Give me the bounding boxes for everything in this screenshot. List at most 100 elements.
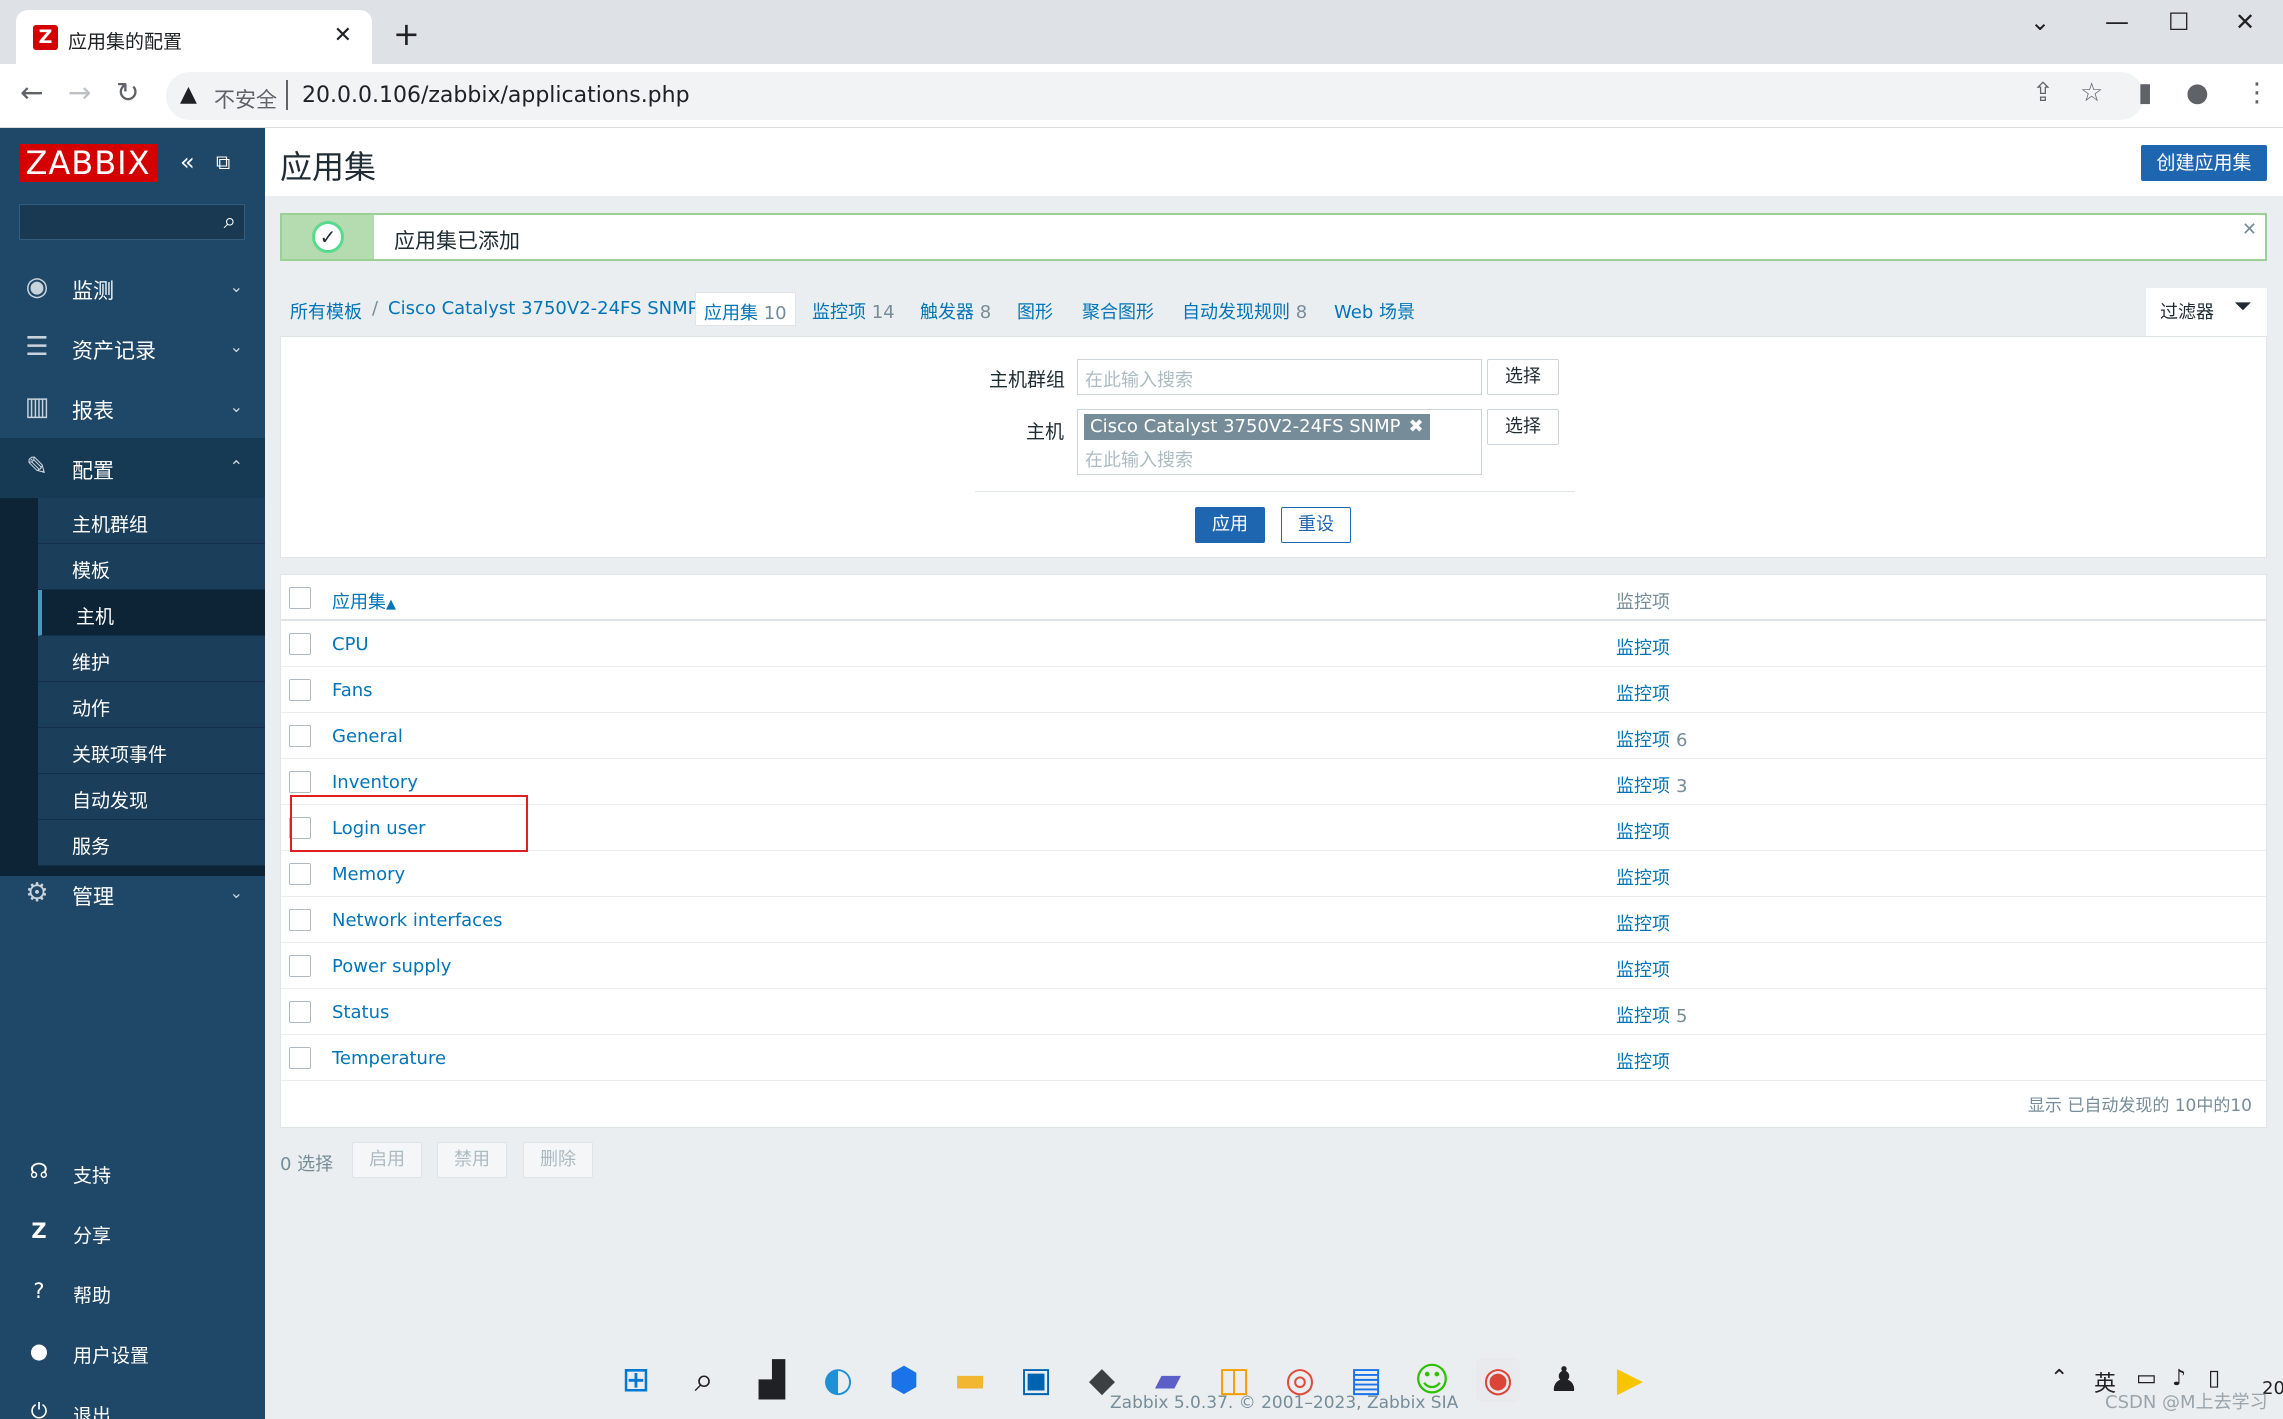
app-cube-icon[interactable]: ◆ — [1080, 1358, 1124, 1402]
items-link[interactable]: 监控项 — [1616, 1048, 1670, 1074]
submenu-host-groups[interactable]: 主机群组 — [38, 498, 265, 544]
windows-start-icon[interactable]: ⊞ — [614, 1358, 658, 1402]
chrome-icon[interactable]: ◉ — [1476, 1358, 1520, 1402]
store-icon[interactable]: ▣ — [1014, 1358, 1058, 1402]
items-link[interactable]: 监控项 6 — [1616, 726, 1687, 752]
create-application-button[interactable]: 创建应用集 — [2141, 145, 2267, 181]
browser-tab[interactable]: Z 应用集的配置 ✕ — [16, 10, 372, 64]
share-page-icon[interactable]: ⇪ — [2032, 80, 2054, 106]
row-checkbox[interactable] — [289, 725, 311, 747]
sidebar-user-settings[interactable]: ● 用户设置 — [0, 1322, 265, 1382]
row-checkbox[interactable] — [289, 863, 311, 885]
application-name-link[interactable]: Fans — [332, 680, 373, 701]
menu-configuration[interactable]: ✎ 配置 ⌃ — [0, 438, 265, 498]
application-name-link[interactable]: Network interfaces — [332, 910, 503, 931]
side-panel-icon[interactable]: ▮ — [2138, 80, 2152, 106]
submenu-services[interactable]: 服务 — [38, 820, 265, 866]
breadcrumb-all-templates[interactable]: 所有模板 — [290, 298, 362, 324]
new-tab-icon[interactable]: + — [393, 18, 420, 50]
edge-icon[interactable]: ◐ — [816, 1358, 860, 1402]
items-link[interactable]: 监控项 — [1616, 864, 1670, 890]
enable-button[interactable]: 启用 — [352, 1142, 422, 1178]
menu-inventory[interactable]: ☰ 资产记录 ⌄ — [0, 318, 265, 378]
player-icon[interactable]: ▶ — [1608, 1358, 1652, 1402]
menu-administration[interactable]: ⚙ 管理 ⌄ — [0, 864, 265, 924]
application-name-link[interactable]: Status — [332, 1002, 389, 1023]
menu-reports[interactable]: ▥ 报表 ⌄ — [0, 378, 265, 438]
row-checkbox[interactable] — [289, 909, 311, 931]
submenu-event-correlation[interactable]: 关联项事件 — [38, 728, 265, 774]
breadcrumb-template[interactable]: Cisco Catalyst 3750V2-24FS SNMP — [388, 298, 699, 319]
sidebar-search-input[interactable]: ⌕ — [19, 204, 245, 240]
host-group-select-button[interactable]: 选择 — [1487, 359, 1559, 395]
host-group-input[interactable]: 在此输入搜索 — [1077, 359, 1482, 395]
app-m-icon[interactable]: ▰ — [1146, 1358, 1190, 1402]
kiosk-mode-icon[interactable]: ⧉ — [216, 150, 230, 174]
items-link[interactable]: 监控项 — [1616, 634, 1670, 660]
application-name-link[interactable]: Power supply — [332, 956, 451, 977]
tab-graphs[interactable]: 图形 — [1017, 298, 1053, 324]
items-link[interactable]: 监控项 5 — [1616, 1002, 1687, 1028]
remove-chip-icon[interactable]: ✖ — [1409, 416, 1424, 437]
close-icon[interactable]: ✕ — [2242, 219, 2257, 240]
tab-discovery-rules[interactable]: 自动发现规则 8 — [1182, 298, 1307, 324]
search-icon[interactable]: ⌕ — [224, 209, 236, 234]
browser-menu-icon[interactable]: ⋮ — [2244, 80, 2270, 106]
submenu-hosts[interactable]: 主机 — [38, 590, 265, 636]
row-checkbox[interactable] — [289, 1001, 311, 1023]
row-checkbox[interactable] — [289, 1047, 311, 1069]
apply-button[interactable]: 应用 — [1195, 507, 1265, 543]
app-lightning-icon[interactable]: ⬢ — [882, 1358, 926, 1402]
host-select-button[interactable]: 选择 — [1487, 409, 1559, 445]
app-snail-icon[interactable]: ◎ — [1278, 1358, 1322, 1402]
sidebar-support[interactable]: ☊ 支持 — [0, 1142, 265, 1202]
profile-icon[interactable]: ● — [2186, 80, 2209, 106]
taskbar-search-icon[interactable]: ⌕ — [682, 1358, 726, 1402]
application-name-link[interactable]: Memory — [332, 864, 405, 885]
row-checkbox[interactable] — [289, 955, 311, 977]
submenu-discovery[interactable]: 自动发现 — [38, 774, 265, 820]
bookmark-star-icon[interactable]: ☆ — [2080, 80, 2103, 106]
tab-search-chevron-icon[interactable]: ⌄ — [2030, 8, 2050, 36]
tab-screens[interactable]: 聚合图形 — [1082, 298, 1154, 324]
select-all-checkbox[interactable] — [289, 587, 311, 609]
disable-button[interactable]: 禁用 — [437, 1142, 507, 1178]
tab-applications[interactable]: 应用集 10 — [695, 292, 796, 326]
close-window-icon[interactable]: ✕ — [2235, 8, 2255, 36]
notepad-icon[interactable]: ▤ — [1344, 1358, 1388, 1402]
collapse-sidebar-icon[interactable]: « — [180, 148, 195, 176]
application-name-link[interactable]: Inventory — [332, 772, 418, 793]
back-icon[interactable]: ← — [20, 79, 43, 107]
items-link[interactable]: 监控项 — [1616, 680, 1670, 706]
sidebar-help[interactable]: ? 帮助 — [0, 1262, 265, 1322]
column-header-name[interactable]: 应用集▲ — [332, 588, 396, 614]
tab-close-icon[interactable]: ✕ — [334, 23, 352, 48]
application-name-link[interactable]: CPU — [332, 634, 369, 655]
host-multiselect[interactable]: Cisco Catalyst 3750V2-24FS SNMP ✖ 在此输入搜索 — [1077, 409, 1482, 475]
items-link[interactable]: 监控项 — [1616, 910, 1670, 936]
submenu-templates[interactable]: 模板 — [38, 544, 265, 590]
sidebar-sign-out[interactable]: ⏻ 退出 — [0, 1382, 265, 1419]
task-view-icon[interactable]: ▟ — [750, 1358, 794, 1402]
minimize-icon[interactable]: — — [2105, 8, 2129, 36]
reset-button[interactable]: 重设 — [1281, 507, 1351, 543]
app-frame-icon[interactable]: ◫ — [1212, 1358, 1256, 1402]
row-checkbox[interactable] — [289, 771, 311, 793]
reload-icon[interactable]: ↻ — [116, 79, 139, 107]
qq-icon[interactable]: ♟ — [1542, 1358, 1586, 1402]
tab-filter[interactable]: 过滤器 ⏷ — [2146, 288, 2267, 336]
file-explorer-icon[interactable]: ▬ — [948, 1358, 992, 1402]
zabbix-logo[interactable]: ZABBIX — [19, 144, 157, 182]
maximize-icon[interactable]: ☐ — [2168, 8, 2190, 36]
items-link[interactable]: 监控项 3 — [1616, 772, 1687, 798]
url-text[interactable]: 20.0.0.106/zabbix/applications.php — [302, 83, 690, 108]
row-checkbox[interactable] — [289, 679, 311, 701]
sidebar-share[interactable]: Z 分享 — [0, 1202, 265, 1262]
tab-web-scenarios[interactable]: Web 场景 — [1334, 298, 1415, 324]
items-link[interactable]: 监控项 — [1616, 818, 1670, 844]
tab-triggers[interactable]: 触发器 8 — [920, 298, 991, 324]
delete-button[interactable]: 删除 — [523, 1142, 593, 1178]
tray-expand-icon[interactable]: ⌃ — [2050, 1366, 2068, 1391]
address-bar[interactable]: ▲ 不安全 20.0.0.106/zabbix/applications.php — [166, 72, 2144, 120]
forward-icon[interactable]: → — [68, 79, 91, 107]
